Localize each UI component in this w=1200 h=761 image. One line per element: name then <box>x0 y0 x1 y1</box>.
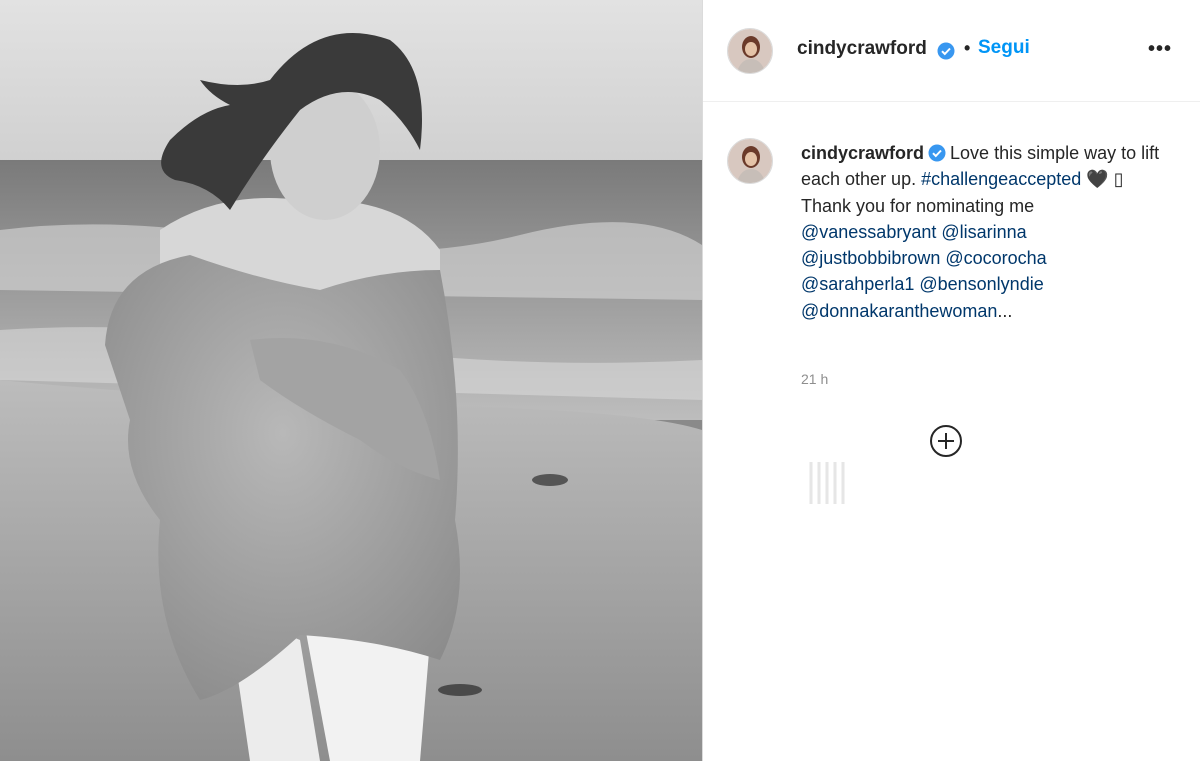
caption-body-2: Thank you for nominating me <box>801 195 1035 216</box>
mention-link[interactable]: @lisarinna <box>941 222 1026 242</box>
post-header: cindycrawford • Segui ••• <box>703 0 1200 102</box>
unknown-emoji: ▯ <box>1113 169 1124 190</box>
post-timestamp[interactable]: 21 h <box>801 371 828 387</box>
caption-text: cindycrawford Love this simple way to lif… <box>801 140 1161 324</box>
verified-badge-icon <box>937 42 955 60</box>
avatar-icon <box>728 29 772 73</box>
more-options-icon[interactable]: ••• <box>1143 34 1177 64</box>
plus-circle-icon[interactable] <box>929 424 963 458</box>
follow-button[interactable]: Segui <box>978 37 1030 59</box>
author-avatar[interactable] <box>727 28 773 74</box>
mention-link[interactable]: @benson​lyndie <box>919 274 1043 294</box>
post-side-panel: cindycrawford • Segui ••• cindycrawford L… <box>702 0 1200 761</box>
mention-link[interactable]: @vanessabryant <box>801 222 936 242</box>
heart-emoji: 🖤 <box>1086 169 1109 190</box>
avatar-icon <box>728 139 772 183</box>
header-separator: • <box>964 38 971 58</box>
caption-ellipsis: ... <box>997 300 1013 321</box>
mention-link[interactable]: @sarahperla1 <box>801 274 914 294</box>
caption-username[interactable]: cindycrawford <box>801 143 924 163</box>
post-image[interactable] <box>0 0 702 761</box>
verified-badge-icon <box>928 143 946 162</box>
author-username[interactable]: cindycrawford <box>797 38 927 60</box>
mention-link[interactable]: @justbobbibrown <box>801 248 940 268</box>
loading-spinner-icon <box>807 458 847 508</box>
post-photo <box>0 0 702 761</box>
hashtag-link[interactable]: #challengeaccepted <box>921 169 1081 189</box>
mention-link[interactable]: @cocorocha <box>945 248 1046 268</box>
mention-link[interactable]: @donnakaranthewoman <box>801 301 997 321</box>
caption-author-avatar[interactable] <box>727 138 773 184</box>
